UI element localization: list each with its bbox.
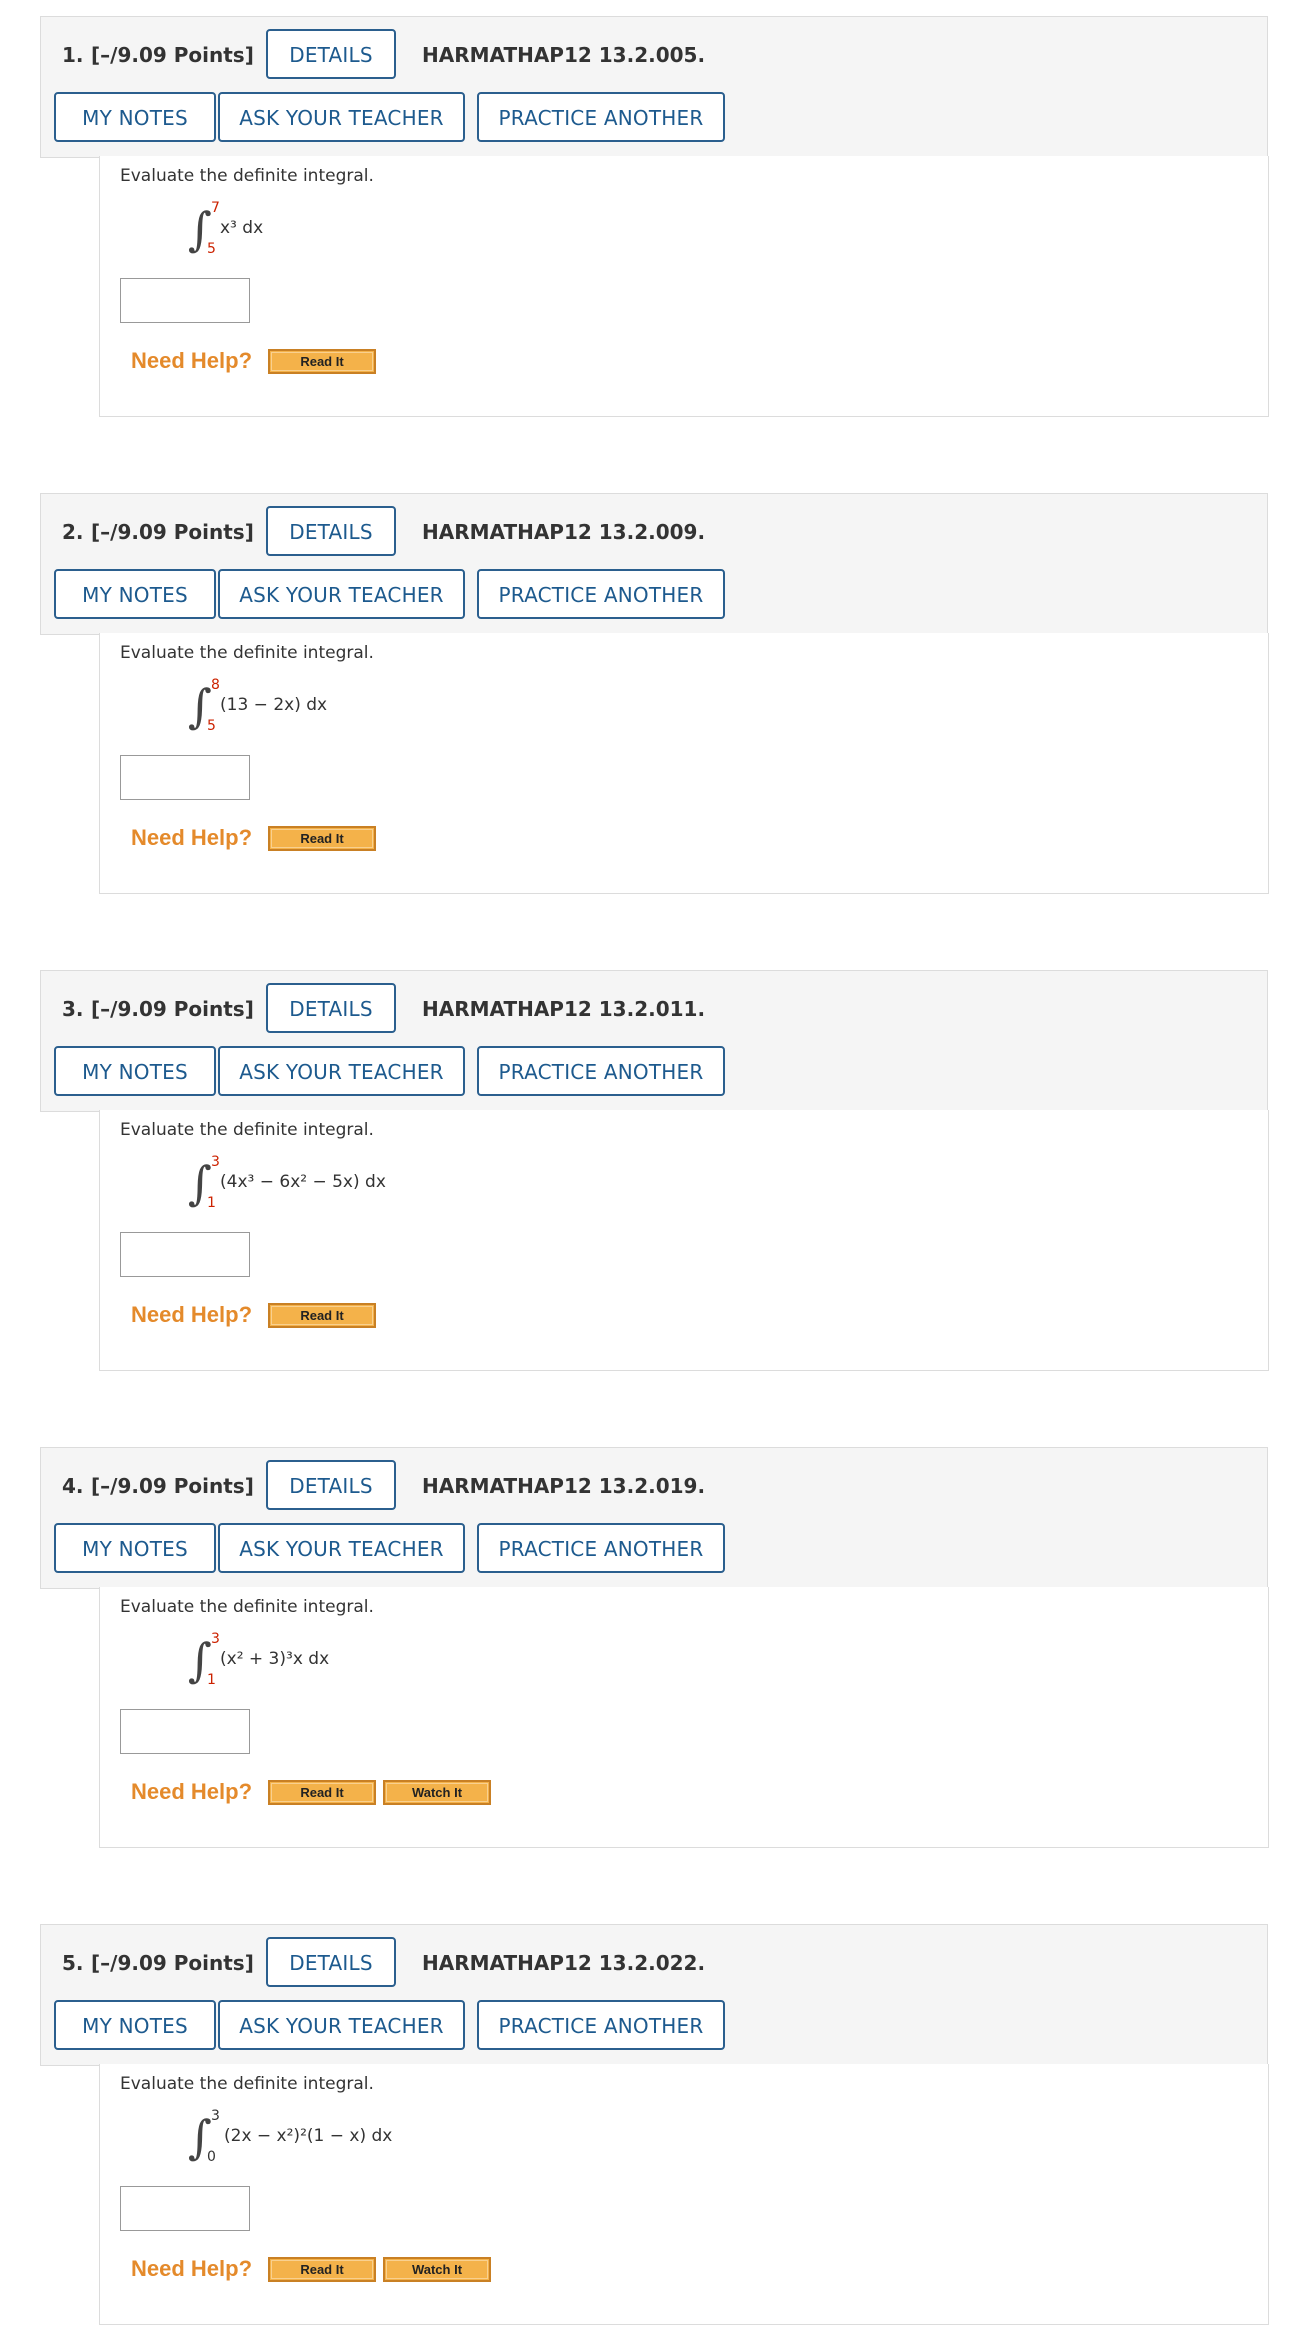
- question-code: HARMATHAP12 13.2.019.: [422, 1474, 706, 1498]
- read-it-button[interactable]: Read It: [268, 2257, 376, 2282]
- integrand: (13 − 2x) dx: [220, 695, 328, 715]
- question-points: [–/9.09 Points]: [91, 1951, 254, 1975]
- upper-limit: 7: [211, 200, 220, 216]
- question-header: 5. [–/9.09 Points] DETAILS HARMATHAP12 1…: [40, 1924, 1268, 2066]
- lower-limit: 1: [207, 1672, 216, 1688]
- practice-another-button[interactable]: PRACTICE ANOTHER: [477, 569, 725, 619]
- question-body: Evaluate the definite integral. ∫ 8 5 (1…: [99, 633, 1269, 894]
- answer-input[interactable]: [120, 1232, 250, 1277]
- question-prompt: Evaluate the definite integral.: [120, 2074, 374, 2094]
- question-number: 5.: [62, 1951, 84, 1975]
- details-button[interactable]: DETAILS: [266, 1937, 396, 1987]
- lower-limit: 5: [207, 241, 216, 257]
- question-points: [–/9.09 Points]: [91, 1474, 254, 1498]
- integrand: (4x³ − 6x² − 5x) dx: [220, 1172, 386, 1192]
- answer-input[interactable]: [120, 278, 250, 323]
- ask-teacher-button[interactable]: ASK YOUR TEACHER: [218, 1523, 465, 1573]
- question-prompt: Evaluate the definite integral.: [120, 643, 374, 663]
- need-help-label: Need Help?: [131, 1779, 253, 1804]
- question-prompt: Evaluate the definite integral.: [120, 1597, 374, 1617]
- integral-expression: ∫ 3 1 (4x³ − 6x² − 5x) dx: [180, 1152, 580, 1222]
- upper-limit: 3: [211, 1631, 220, 1647]
- lower-limit: 1: [207, 1195, 216, 1211]
- read-it-button[interactable]: Read It: [268, 826, 376, 851]
- question-prompt: Evaluate the definite integral.: [120, 1120, 374, 1140]
- my-notes-button[interactable]: MY NOTES: [54, 92, 216, 142]
- question-points: [–/9.09 Points]: [91, 520, 254, 544]
- integrand: (2x − x²)²(1 − x) dx: [224, 2126, 393, 2146]
- integral-expression: ∫ 7 5 x³ dx: [180, 198, 580, 268]
- question-body: Evaluate the definite integral. ∫ 3 0 (2…: [99, 2064, 1269, 2325]
- watch-it-button[interactable]: Watch It: [383, 2257, 491, 2282]
- integrand: x³ dx: [220, 218, 264, 238]
- practice-another-button[interactable]: PRACTICE ANOTHER: [477, 92, 725, 142]
- practice-another-button[interactable]: PRACTICE ANOTHER: [477, 1523, 725, 1573]
- question-prompt: Evaluate the definite integral.: [120, 166, 374, 186]
- answer-input[interactable]: [120, 2186, 250, 2231]
- practice-another-button[interactable]: PRACTICE ANOTHER: [477, 1046, 725, 1096]
- ask-teacher-button[interactable]: ASK YOUR TEACHER: [218, 1046, 465, 1096]
- question-number: 4.: [62, 1474, 84, 1498]
- question-body: Evaluate the definite integral. ∫ 3 1 (4…: [99, 1110, 1269, 1371]
- lower-limit: 0: [207, 2149, 216, 2165]
- question-body: Evaluate the definite integral. ∫ 7 5 x³…: [99, 156, 1269, 417]
- lower-limit: 5: [207, 718, 216, 734]
- details-button[interactable]: DETAILS: [266, 29, 396, 79]
- details-button[interactable]: DETAILS: [266, 983, 396, 1033]
- ask-teacher-button[interactable]: ASK YOUR TEACHER: [218, 2000, 465, 2050]
- question-header: 1. [–/9.09 Points] DETAILS HARMATHAP12 1…: [40, 16, 1268, 158]
- ask-teacher-button[interactable]: ASK YOUR TEACHER: [218, 569, 465, 619]
- question-number: 2.: [62, 520, 84, 544]
- details-button[interactable]: DETAILS: [266, 1460, 396, 1510]
- integral-expression: ∫ 3 0 (2x − x²)²(1 − x) dx: [180, 2106, 580, 2176]
- need-help-label: Need Help?: [131, 2256, 253, 2281]
- watch-it-button[interactable]: Watch It: [383, 1780, 491, 1805]
- question-points: [–/9.09 Points]: [91, 997, 254, 1021]
- question-points: [–/9.09 Points]: [91, 43, 254, 67]
- need-help-label: Need Help?: [131, 1302, 253, 1327]
- answer-input[interactable]: [120, 755, 250, 800]
- question-body: Evaluate the definite integral. ∫ 3 1 (x…: [99, 1587, 1269, 1848]
- need-help-label: Need Help?: [131, 825, 253, 850]
- integral-expression: ∫ 8 5 (13 − 2x) dx: [180, 675, 580, 745]
- my-notes-button[interactable]: MY NOTES: [54, 569, 216, 619]
- question-code: HARMATHAP12 13.2.009.: [422, 520, 706, 544]
- my-notes-button[interactable]: MY NOTES: [54, 1046, 216, 1096]
- ask-teacher-button[interactable]: ASK YOUR TEACHER: [218, 92, 465, 142]
- my-notes-button[interactable]: MY NOTES: [54, 1523, 216, 1573]
- question-code: HARMATHAP12 13.2.005.: [422, 43, 706, 67]
- answer-input[interactable]: [120, 1709, 250, 1754]
- question-header: 2. [–/9.09 Points] DETAILS HARMATHAP12 1…: [40, 493, 1268, 635]
- integrand: (x² + 3)³x dx: [220, 1649, 330, 1669]
- question-header: 4. [–/9.09 Points] DETAILS HARMATHAP12 1…: [40, 1447, 1268, 1589]
- upper-limit: 3: [211, 1154, 220, 1170]
- question-number: 3.: [62, 997, 84, 1021]
- details-button[interactable]: DETAILS: [266, 506, 396, 556]
- read-it-button[interactable]: Read It: [268, 1780, 376, 1805]
- question-number: 1.: [62, 43, 84, 67]
- upper-limit: 3: [211, 2108, 220, 2124]
- question-header: 3. [–/9.09 Points] DETAILS HARMATHAP12 1…: [40, 970, 1268, 1112]
- read-it-button[interactable]: Read It: [268, 349, 376, 374]
- practice-another-button[interactable]: PRACTICE ANOTHER: [477, 2000, 725, 2050]
- question-code: HARMATHAP12 13.2.022.: [422, 1951, 706, 1975]
- my-notes-button[interactable]: MY NOTES: [54, 2000, 216, 2050]
- upper-limit: 8: [211, 677, 220, 693]
- question-code: HARMATHAP12 13.2.011.: [422, 997, 706, 1021]
- integral-expression: ∫ 3 1 (x² + 3)³x dx: [180, 1629, 580, 1699]
- need-help-label: Need Help?: [131, 348, 253, 373]
- read-it-button[interactable]: Read It: [268, 1303, 376, 1328]
